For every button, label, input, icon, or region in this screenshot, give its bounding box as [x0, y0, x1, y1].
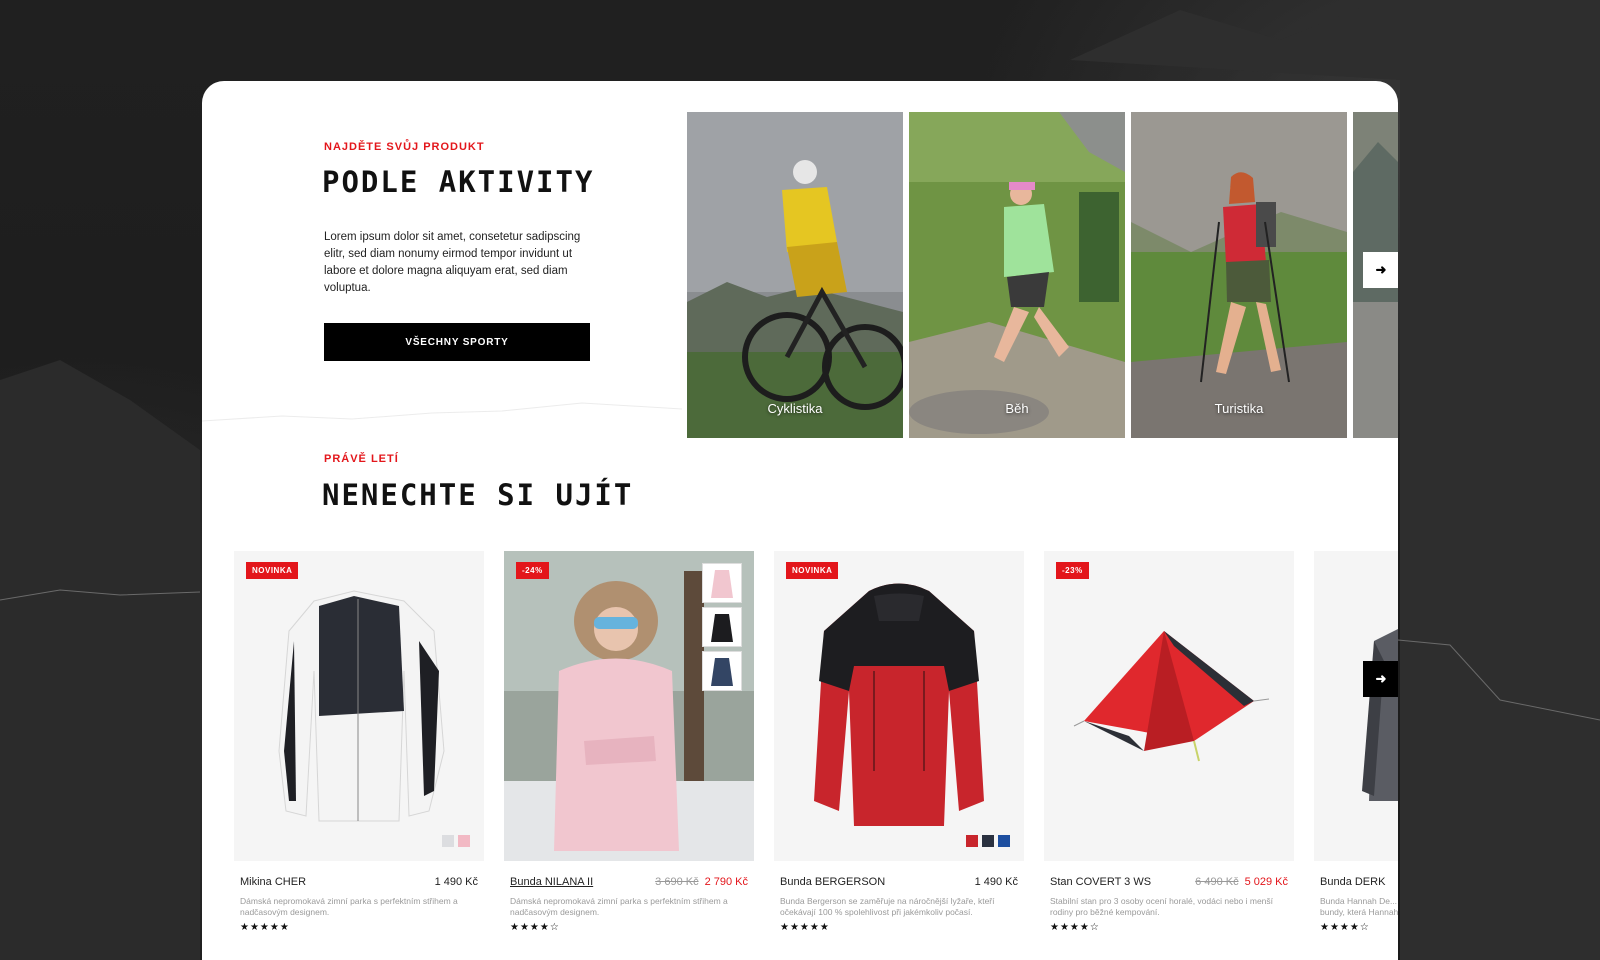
products-eyebrow: PRÁVĚ LETÍ [324, 453, 399, 465]
swatch-dark-blue[interactable] [982, 835, 994, 847]
product-description: Stabilní stan pro 3 osoby ocení horalé, … [1050, 896, 1274, 917]
tile-label-cycling: Cyklistika [767, 401, 823, 416]
product-image[interactable]: NOVINKA [234, 551, 484, 861]
rating-stars: ★★★★☆ [1320, 922, 1370, 933]
activity-tile-cycling[interactable]: Cyklistika [687, 112, 903, 438]
product-description: Bunda Bergerson se zaměřuje na náročnějš… [780, 896, 995, 917]
swatch-grey[interactable] [442, 835, 454, 847]
product-badge: NOVINKA [786, 562, 839, 579]
thumbnail-black[interactable] [702, 607, 742, 647]
product-price: 3 690 Kč 2 790 Kč [655, 876, 748, 888]
product-price: 1 490 Kč [975, 876, 1018, 888]
color-swatches [966, 835, 1010, 847]
price-old: 6 490 Kč [1195, 876, 1239, 888]
rating-stars: ★★★★☆ [510, 922, 560, 933]
all-sports-button[interactable]: VŠECHNY SPORTY [324, 323, 590, 361]
price-old: 3 690 Kč [655, 876, 699, 888]
product-image[interactable]: -24% [504, 551, 754, 861]
price-sale: 5 029 Kč [1244, 876, 1288, 888]
activity-tile-hiking[interactable]: Turistika [1131, 112, 1347, 438]
product-card[interactable]: -23% Stan COVERT 3 WS 6 490 Kč 5 029 Kč … [1044, 551, 1294, 960]
tile-label-hiking: Turistika [1214, 401, 1264, 416]
color-swatches [442, 835, 470, 847]
product-description: Bunda Hannah De... bundy, která Hannah [1320, 896, 1398, 917]
rating-stars: ★★★★★ [240, 922, 290, 933]
thumbnail-navy[interactable] [702, 651, 742, 691]
product-name[interactable]: Mikina CHER [240, 876, 306, 888]
rating-stars: ★★★★★ [780, 922, 830, 933]
price-sale: 2 790 Kč [704, 876, 748, 888]
tile-label-running: Běh [1005, 401, 1029, 416]
product-card[interactable]: Bunda DERK Bunda Hannah De... bundy, kte… [1314, 551, 1398, 960]
product-card[interactable]: -24% Bunda NILANA II 3 690 Kč 2 790 Kč D… [504, 551, 754, 960]
products-next-button[interactable]: ➜ [1363, 661, 1398, 697]
contour-line [202, 402, 682, 422]
product-image[interactable]: NOVINKA [774, 551, 1024, 861]
activity-intro: Lorem ipsum dolor sit amet, consetetur s… [324, 231, 581, 294]
rating-stars: ★★★★☆ [1050, 922, 1100, 933]
swatch-blue[interactable] [998, 835, 1010, 847]
activity-eyebrow: NAJDĚTE SVŮJ PRODUKT [324, 141, 485, 153]
product-name[interactable]: Stan COVERT 3 WS [1050, 876, 1151, 888]
activity-title: PODLE AKTIVITY [322, 165, 595, 199]
arrow-right-icon: ➜ [1375, 262, 1387, 277]
product-card[interactable]: NOVINKA Mikina CHER 1 490 Kč Dámská nepr… [234, 551, 484, 960]
product-price: 1 490 Kč [435, 876, 478, 888]
activity-tile-running[interactable]: Běh [909, 112, 1125, 438]
product-description: Dámská nepromokavá zimní parka s perfekt… [240, 896, 458, 917]
product-description: Dámská nepromokavá zimní parka s perfekt… [510, 896, 728, 917]
product-name[interactable]: Bunda DERK [1320, 876, 1385, 888]
thumbnail-pink[interactable] [702, 563, 742, 603]
product-price: 6 490 Kč 5 029 Kč [1195, 876, 1288, 888]
price-current: 1 490 Kč [434, 876, 478, 888]
product-badge: -23% [1056, 562, 1089, 579]
product-badge: -24% [516, 562, 549, 579]
product-card[interactable]: NOVINKA Bunda BERGERSON 1 490 Kč Bunda B… [774, 551, 1024, 960]
products-title: NENECHTE SI UJÍT [322, 478, 634, 512]
arrow-right-icon: ➜ [1375, 671, 1387, 686]
swatch-red[interactable] [966, 835, 978, 847]
product-name[interactable]: Bunda NILANA II [510, 876, 593, 888]
product-image[interactable] [1314, 551, 1398, 861]
product-name[interactable]: Bunda BERGERSON [780, 876, 885, 888]
swatch-pink[interactable] [458, 835, 470, 847]
activity-next-button[interactable]: ➜ [1363, 252, 1398, 288]
price-current: 1 490 Kč [974, 876, 1018, 888]
product-badge: NOVINKA [246, 562, 299, 579]
product-image[interactable]: -23% [1044, 551, 1294, 861]
content-card: NAJDĚTE SVŮJ PRODUKT PODLE AKTIVITY Lore… [202, 81, 1398, 960]
product-thumbnails [702, 563, 742, 691]
